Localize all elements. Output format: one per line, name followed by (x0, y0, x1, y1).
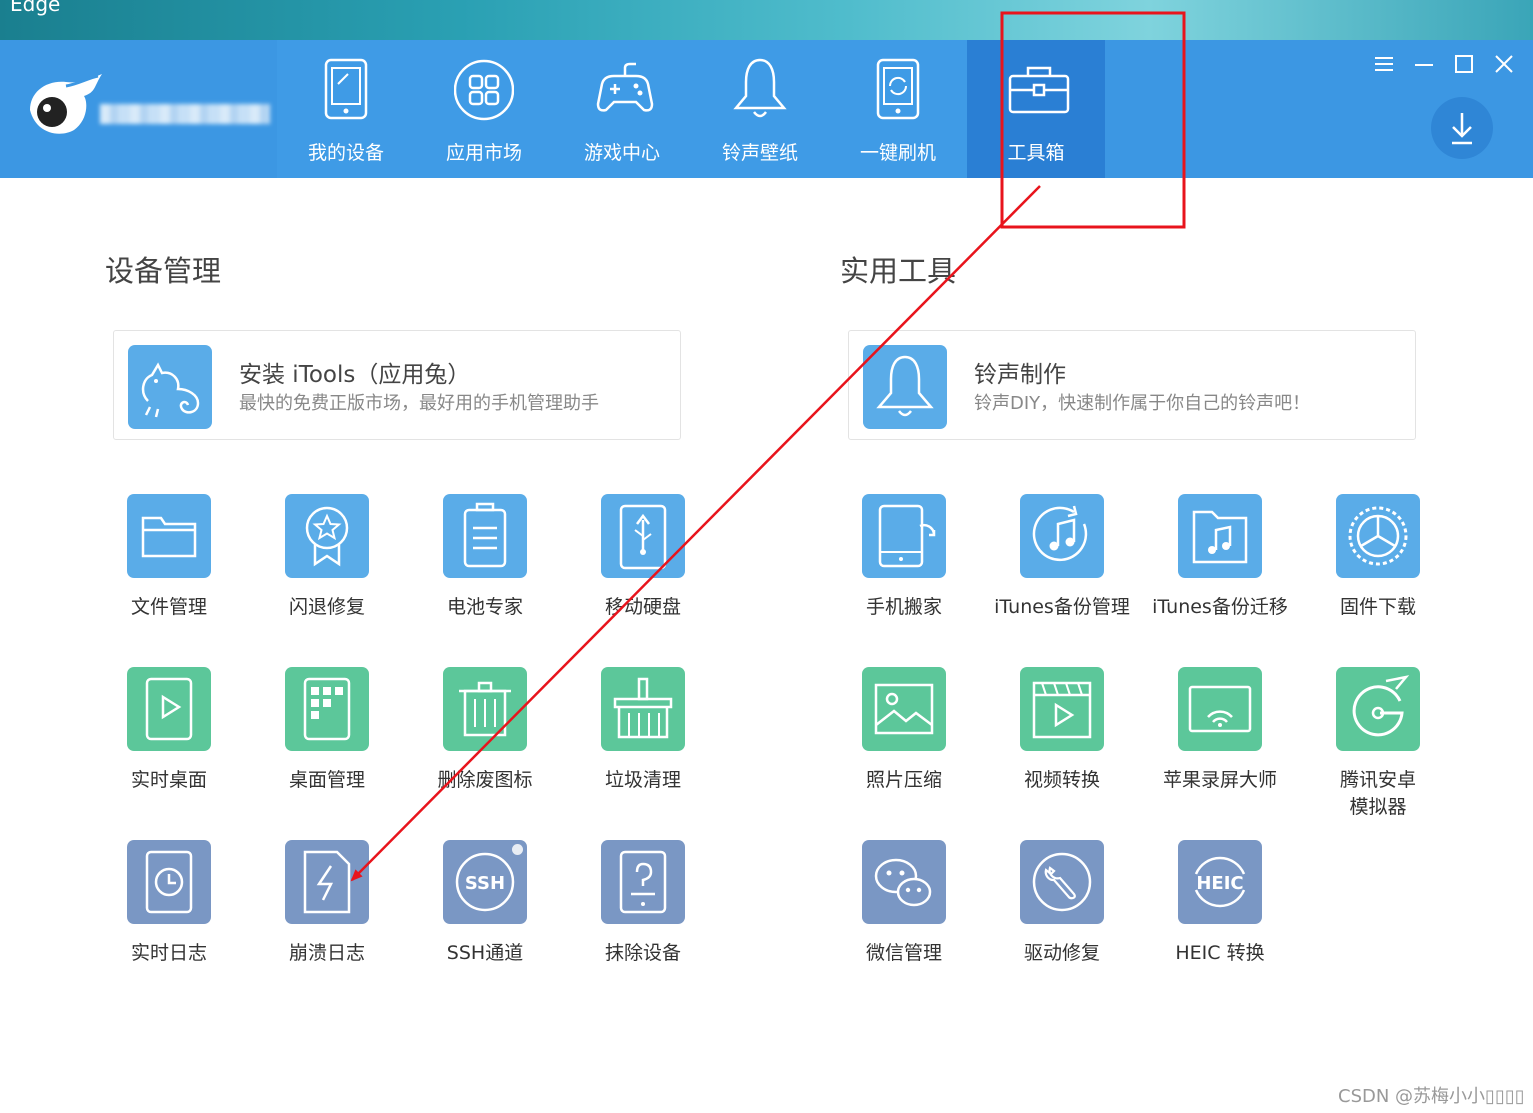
annotation-arrow (350, 185, 1041, 882)
watermark: CSDN @苏梅小小▯▯▯▯ (1338, 1086, 1525, 1107)
toolbox-highlight-box (1000, 11, 1186, 229)
annotation-overlay (350, 11, 1186, 882)
